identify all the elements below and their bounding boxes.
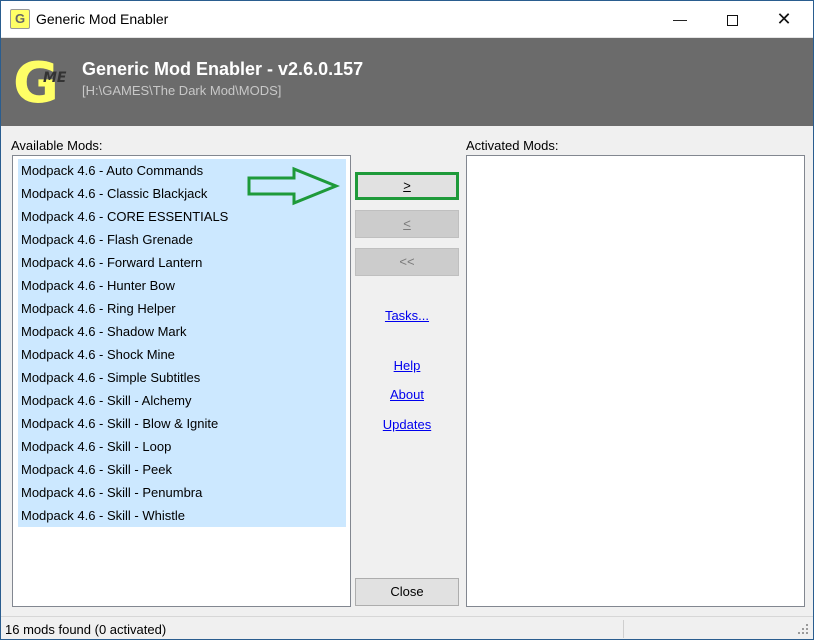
logo-badge: ME (43, 70, 67, 86)
list-item[interactable]: Modpack 4.6 - Flash Grenade (18, 228, 346, 251)
gme-logo: G ME (13, 55, 67, 113)
list-item[interactable]: Modpack 4.6 - Hunter Bow (18, 274, 346, 297)
resize-grip-icon[interactable] (797, 623, 809, 635)
updates-link[interactable]: Updates (355, 417, 459, 432)
list-item[interactable]: Modpack 4.6 - Shadow Mark (18, 320, 346, 343)
close-button[interactable]: Close (355, 578, 459, 606)
status-text: 16 mods found (0 activated) (5, 622, 167, 637)
app-title: Generic Mod Enabler - v2.6.0.157 (82, 59, 364, 79)
minimize-button[interactable]: — (655, 1, 705, 37)
list-item[interactable]: Modpack 4.6 - Shock Mine (18, 343, 346, 366)
about-link[interactable]: About (355, 387, 459, 402)
list-item[interactable]: Modpack 4.6 - Simple Subtitles (18, 366, 346, 389)
deactivate-label: < (403, 216, 411, 231)
available-mods-label: Available Mods: (11, 138, 103, 153)
available-mods-list[interactable]: Modpack 4.6 - Auto Commands Modpack 4.6 … (12, 155, 351, 607)
maximize-icon (726, 14, 738, 26)
close-window-button[interactable]: ✕ (759, 1, 809, 37)
activated-mods-list[interactable] (466, 155, 805, 607)
list-item[interactable]: Modpack 4.6 - Skill - Penumbra (18, 481, 346, 504)
tasks-link[interactable]: Tasks... (355, 308, 459, 323)
list-item[interactable]: Modpack 4.6 - Skill - Peek (18, 458, 346, 481)
green-arrow-annotation (247, 166, 340, 206)
deactivate-button[interactable]: < (355, 210, 459, 238)
activated-mods-label: Activated Mods: (466, 138, 559, 153)
list-item[interactable]: Modpack 4.6 - Skill - Blow & Ignite (18, 412, 346, 435)
deactivate-all-button[interactable]: << (355, 248, 459, 276)
list-item[interactable]: Modpack 4.6 - CORE ESSENTIALS (18, 205, 346, 228)
list-item[interactable]: Modpack 4.6 - Skill - Loop (18, 435, 346, 458)
window-title: Generic Mod Enabler (36, 11, 169, 27)
activate-label: > (403, 178, 411, 193)
main-window: G Generic Mod Enabler — ✕ G ME Generic M… (0, 0, 814, 640)
mods-path: [H:\GAMES\The Dark Mod\MODS] (82, 83, 282, 98)
app-header: G ME Generic Mod Enabler - v2.6.0.157 [H… (1, 38, 813, 126)
status-bar: 16 mods found (0 activated) (1, 616, 813, 639)
help-link[interactable]: Help (355, 358, 459, 373)
list-item[interactable]: Modpack 4.6 - Ring Helper (18, 297, 346, 320)
list-item[interactable]: Modpack 4.6 - Skill - Alchemy (18, 389, 346, 412)
status-separator (623, 620, 624, 638)
maximize-button[interactable] (707, 1, 757, 37)
title-bar[interactable]: G Generic Mod Enabler — ✕ (1, 1, 813, 38)
activate-button[interactable]: > (355, 172, 459, 200)
app-icon: G (10, 9, 30, 29)
arrow-icon (247, 166, 340, 206)
list-item[interactable]: Modpack 4.6 - Forward Lantern (18, 251, 346, 274)
list-item[interactable]: Modpack 4.6 - Skill - Whistle (18, 504, 346, 527)
